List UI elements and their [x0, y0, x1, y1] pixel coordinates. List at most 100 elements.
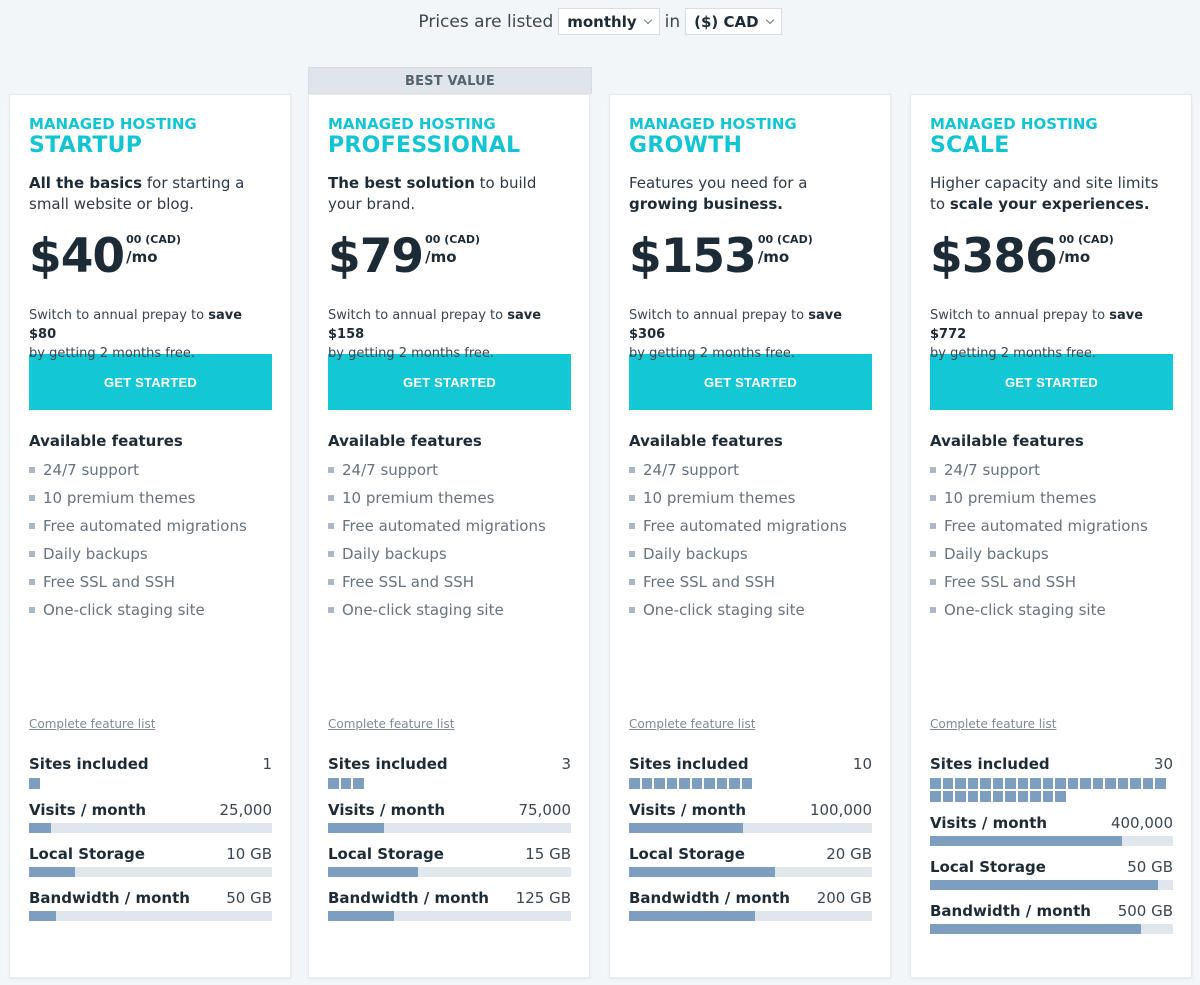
site-unit-square	[992, 778, 1003, 789]
billing-period-select[interactable]: monthly	[558, 8, 660, 35]
stat-bandwidth: Bandwidth / month 50 GB	[29, 889, 272, 921]
site-unit-square	[1030, 778, 1041, 789]
plan-description-highlight: The best solution	[328, 174, 475, 192]
stat-label: Bandwidth / month	[29, 889, 190, 907]
stat-label: Bandwidth / month	[629, 889, 790, 907]
feature-item: 24/7 support	[29, 456, 271, 484]
stat-storage: Local Storage 15 GB	[328, 845, 571, 877]
plan-limits: Sites included 3 Visits / month 75,000 Local…	[328, 755, 571, 933]
stat-visits: Visits / month 400,000	[930, 814, 1173, 846]
annual-prepay-note: Switch to annual prepay to save $772 by g…	[930, 306, 1172, 361]
bandwidth-meter	[930, 924, 1173, 934]
annual-note-suffix: by getting 2 months free.	[328, 346, 495, 361]
site-unit-square	[1080, 778, 1091, 789]
site-unit-square	[930, 791, 941, 802]
visits-meter	[29, 823, 272, 833]
stat-label: Sites included	[328, 755, 448, 773]
storage-meter-fill	[328, 867, 418, 877]
feature-label: Free SSL and SSH	[944, 573, 1077, 591]
feature-label: 10 premium themes	[43, 489, 196, 507]
site-unit-square	[1130, 778, 1141, 789]
site-unit-square	[1055, 778, 1066, 789]
chevron-down-icon	[643, 15, 652, 24]
site-unit-square	[1105, 778, 1116, 789]
site-unit-square	[942, 778, 953, 789]
plan-card-growth: MANAGED HOSTING GROWTH Features you need f…	[609, 94, 891, 978]
complete-feature-list-link[interactable]: Complete feature list	[29, 717, 155, 731]
stat-value: 125 GB	[515, 889, 571, 907]
annual-note-prefix: Switch to annual prepay to	[29, 308, 205, 323]
site-unit-square	[716, 778, 727, 789]
complete-feature-list-link[interactable]: Complete feature list	[629, 717, 755, 731]
site-unit-square	[1005, 791, 1016, 802]
plan-card-professional: MANAGED HOSTING PROFESSIONAL The best solu…	[308, 94, 590, 978]
feature-label: 10 premium themes	[643, 489, 796, 507]
site-unit-square	[942, 791, 953, 802]
site-unit-square	[741, 778, 752, 789]
bullet-square-icon	[930, 607, 936, 613]
bandwidth-meter-fill	[629, 911, 756, 921]
visits-meter-fill	[328, 823, 384, 833]
complete-feature-list-link[interactable]: Complete feature list	[930, 717, 1056, 731]
feature-label: One-click staging site	[643, 601, 805, 619]
site-unit-square	[629, 778, 640, 789]
feature-item: Free automated migrations	[328, 512, 570, 540]
feature-list: 24/7 support 10 premium themes Free automa…	[629, 456, 871, 624]
feature-item: Daily backups	[629, 540, 871, 568]
stat-value: 10	[852, 755, 872, 773]
price-suffix: 00 (CAD) /mo	[1059, 233, 1114, 267]
bullet-square-icon	[629, 523, 635, 529]
feature-label: Free automated migrations	[342, 517, 546, 535]
price-amount: $40	[29, 229, 125, 284]
plan-description: Features you need for a growing business…	[629, 173, 871, 215]
feature-label: One-click staging site	[342, 601, 504, 619]
stat-value: 400,000	[1110, 814, 1173, 832]
annual-note-prefix: Switch to annual prepay to	[930, 308, 1106, 323]
chevron-down-icon	[765, 15, 774, 24]
stat-bandwidth: Bandwidth / month 500 GB	[930, 902, 1173, 934]
plan-card-scale: MANAGED HOSTING SCALE Higher capacity and …	[910, 94, 1192, 978]
visits-meter-fill	[29, 823, 51, 833]
bullet-square-icon	[328, 607, 334, 613]
bullet-square-icon	[29, 551, 35, 557]
price-period: /mo	[425, 248, 457, 266]
plan-name: GROWTH	[629, 133, 743, 158]
bandwidth-meter	[629, 911, 872, 921]
site-unit-square	[1067, 778, 1078, 789]
price-cents: 00 (CAD)	[757, 233, 813, 246]
bullet-square-icon	[930, 579, 936, 585]
feature-item: One-click staging site	[328, 596, 570, 624]
features-heading: Available features	[29, 432, 183, 450]
in-label: in	[664, 11, 681, 32]
feature-label: Free SSL and SSH	[342, 573, 475, 591]
site-unit-square	[1055, 791, 1066, 802]
stat-value: 10 GB	[226, 845, 272, 863]
site-unit-square	[1155, 778, 1166, 789]
plan-price: $40 00 (CAD) /mo	[29, 229, 271, 289]
currency-value: ($) CAD	[694, 12, 759, 31]
site-unit-square	[641, 778, 652, 789]
currency-select[interactable]: ($) CAD	[685, 8, 782, 35]
bandwidth-meter	[328, 911, 571, 921]
stat-label: Visits / month	[328, 801, 446, 819]
annual-note-suffix: by getting 2 months free.	[629, 346, 796, 361]
features-heading: Available features	[930, 432, 1084, 450]
feature-item: One-click staging site	[930, 596, 1172, 624]
price-amount: $153	[629, 229, 757, 284]
storage-meter-fill	[629, 867, 775, 877]
site-unit-square	[1042, 791, 1053, 802]
annual-note-prefix: Switch to annual prepay to	[629, 308, 805, 323]
bullet-square-icon	[930, 467, 936, 473]
storage-meter	[930, 880, 1173, 890]
stat-storage: Local Storage 20 GB	[629, 845, 872, 877]
site-unit-square	[704, 778, 715, 789]
sites-meter	[930, 778, 1173, 802]
stat-sites: Sites included 10	[629, 755, 872, 789]
stat-sites: Sites included 1	[29, 755, 272, 789]
price-suffix: 00 (CAD) /mo	[126, 233, 181, 267]
bullet-square-icon	[629, 467, 635, 473]
feature-list: 24/7 support 10 premium themes Free automa…	[930, 456, 1172, 624]
stat-value: 1	[262, 755, 272, 773]
complete-feature-list-link[interactable]: Complete feature list	[328, 717, 454, 731]
price-suffix: 00 (CAD) /mo	[425, 233, 480, 267]
